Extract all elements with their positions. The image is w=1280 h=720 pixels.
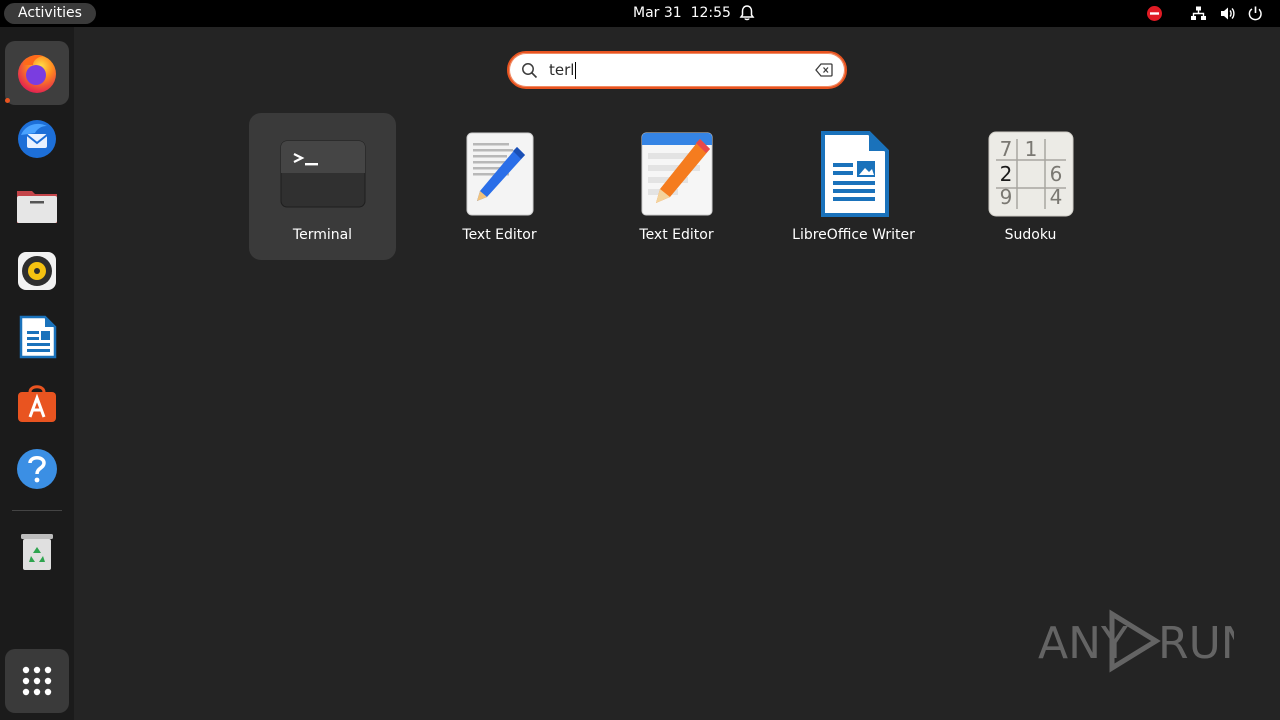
text-caret — [575, 62, 577, 79]
sudoku-digit: 1 — [1025, 137, 1038, 161]
result-terminal[interactable]: Terminal — [249, 113, 396, 260]
result-label: Text Editor — [639, 227, 714, 243]
result-sudoku[interactable]: 7 1 2 6 9 4 Sudoku — [957, 113, 1104, 260]
sudoku-digit: 6 — [1050, 162, 1063, 186]
sudoku-icon: 7 1 2 6 9 4 — [988, 131, 1074, 217]
result-label: Terminal — [292, 227, 353, 243]
watermark-text-right: RUN — [1158, 618, 1234, 669]
apps-grid-icon — [22, 666, 52, 696]
search-value: terl — [549, 61, 575, 79]
libreoffice-writer-icon — [19, 315, 57, 359]
show-apps-button[interactable] — [5, 649, 69, 713]
dock-item-files[interactable] — [5, 173, 69, 237]
search-entry[interactable]: terl — [507, 51, 847, 89]
sudoku-digit: 7 — [1000, 137, 1013, 161]
result-text-editor-2[interactable]: Text Editor — [603, 113, 750, 260]
volume-icon[interactable] — [1219, 5, 1236, 22]
clock[interactable]: Mar 31 12:55 — [633, 0, 731, 27]
text-editor-icon — [466, 132, 534, 216]
watermark-text-left: ANY — [1038, 618, 1128, 669]
dock — [0, 27, 74, 720]
do-not-disturb-icon[interactable] — [1146, 5, 1163, 22]
gedit-icon — [641, 132, 713, 216]
result-label: Text Editor — [462, 227, 537, 243]
search-icon — [522, 63, 538, 79]
sudoku-digit: 2 — [1000, 162, 1013, 186]
sudoku-digit: 4 — [1050, 185, 1063, 209]
result-libreoffice-writer[interactable]: LibreOffice Writer — [780, 113, 927, 260]
bell-icon[interactable] — [738, 4, 756, 22]
result-label: LibreOffice Writer — [792, 227, 915, 243]
result-label: Sudoku — [1004, 227, 1057, 243]
dock-item-thunderbird[interactable] — [5, 107, 69, 171]
firefox-icon — [18, 55, 56, 93]
dock-item-help[interactable] — [5, 437, 69, 501]
files-icon — [17, 191, 57, 223]
terminal-icon — [280, 140, 366, 208]
top-bar: Activities Mar 31 12:55 — [0, 0, 1280, 27]
dock-item-rhythmbox[interactable] — [5, 239, 69, 303]
result-text-editor-1[interactable]: Text Editor — [426, 113, 573, 260]
activities-button[interactable]: Activities — [4, 3, 96, 24]
dock-separator — [12, 510, 62, 511]
power-icon[interactable] — [1247, 5, 1264, 22]
dock-item-libreoffice-writer[interactable] — [5, 305, 69, 369]
dock-item-trash[interactable] — [5, 519, 69, 583]
dock-item-app-center[interactable] — [5, 371, 69, 435]
trash-icon — [21, 534, 53, 570]
help-icon — [17, 449, 57, 489]
anyrun-watermark: ANY RUN — [1038, 609, 1234, 673]
sudoku-digit: 9 — [1000, 185, 1013, 209]
dock-item-firefox[interactable] — [5, 41, 69, 105]
libreoffice-writer-icon — [821, 131, 889, 217]
rhythmbox-icon — [18, 252, 56, 290]
app-center-icon — [18, 385, 56, 422]
thunderbird-icon — [18, 120, 56, 158]
clear-search-icon[interactable] — [815, 63, 833, 77]
search-input[interactable]: terl — [549, 53, 577, 87]
running-indicator — [5, 98, 10, 103]
network-icon[interactable] — [1190, 5, 1207, 22]
